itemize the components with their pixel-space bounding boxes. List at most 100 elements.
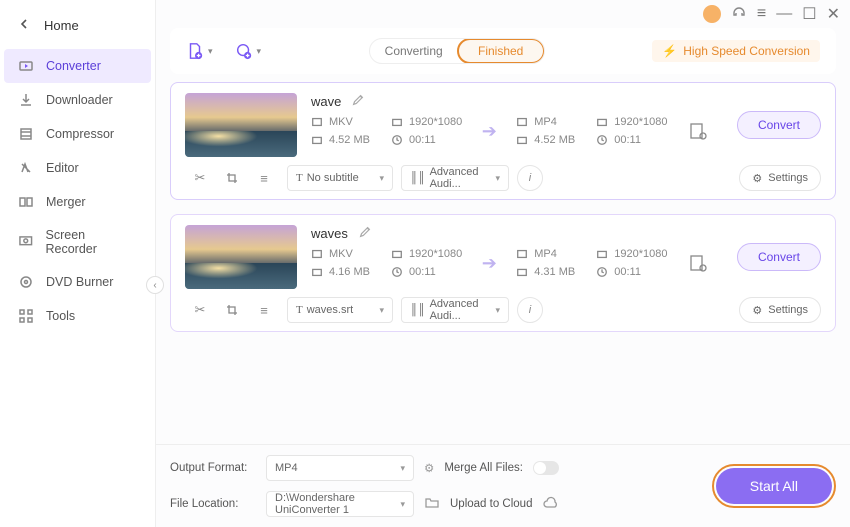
high-speed-label: High Speed Conversion: [683, 44, 810, 58]
file-location-value: D:\Wondershare UniConverter 1: [275, 492, 400, 516]
src-resolution: 1920*1080: [409, 248, 462, 260]
dst-format: MP4: [534, 248, 557, 260]
screen-recorder-icon: [18, 234, 34, 250]
dvd-burner-icon: [18, 274, 34, 290]
file-title: wave: [311, 94, 341, 109]
subtitle-value: waves.srt: [307, 304, 353, 316]
home-label: Home: [44, 18, 79, 33]
sidebar-item-label: Converter: [46, 59, 101, 73]
gear-icon: ⚙: [752, 172, 762, 185]
high-speed-badge[interactable]: ⚡ High Speed Conversion: [652, 40, 820, 62]
add-disc-icon[interactable]: [235, 42, 262, 60]
sidebar: Home Converter Downloader Compressor Edi…: [0, 0, 156, 527]
subtitle-select[interactable]: Twaves.srt ▾: [287, 297, 393, 323]
file-location-select[interactable]: D:\Wondershare UniConverter 1▾: [266, 491, 414, 517]
trim-icon[interactable]: ✂: [185, 166, 215, 190]
subtitle-value: No subtitle: [307, 172, 359, 184]
output-settings-icon[interactable]: [687, 120, 709, 142]
output-format-select[interactable]: MP4▾: [266, 455, 414, 481]
src-duration: 00:11: [409, 134, 436, 146]
tab-finished[interactable]: Finished: [457, 38, 545, 64]
output-settings-icon[interactable]: [687, 252, 709, 274]
edit-title-icon[interactable]: [358, 225, 372, 242]
sidebar-item-dvd-burner[interactable]: DVD Burner: [0, 265, 155, 299]
subtitle-select[interactable]: TNo subtitle ▾: [287, 165, 393, 191]
audio-select[interactable]: ║║ Advanced Audi... ▾: [401, 297, 509, 323]
sidebar-item-label: Downloader: [46, 93, 113, 107]
open-folder-icon[interactable]: [424, 495, 440, 514]
downloader-icon: [18, 92, 34, 108]
sidebar-item-downloader[interactable]: Downloader: [0, 83, 155, 117]
sidebar-item-label: Editor: [46, 161, 79, 175]
more-icon[interactable]: ≡: [249, 166, 279, 190]
compressor-icon: [18, 126, 34, 142]
tab-converting[interactable]: Converting: [370, 39, 458, 63]
footer: Output Format: MP4▾ ⚙ Merge All Files: F…: [156, 444, 850, 527]
trim-icon[interactable]: ✂: [185, 298, 215, 322]
info-icon[interactable]: i: [517, 297, 543, 323]
menu-icon[interactable]: ≡: [757, 5, 766, 23]
cloud-icon[interactable]: [542, 496, 560, 513]
src-format: MKV: [329, 248, 353, 260]
sidebar-item-compressor[interactable]: Compressor: [0, 117, 155, 151]
thumbnail[interactable]: [185, 93, 297, 157]
edit-title-icon[interactable]: [351, 93, 365, 110]
sidebar-item-tools[interactable]: Tools: [0, 299, 155, 333]
output-format-value: MP4: [275, 462, 298, 474]
content-area: wave MKV 4.52 MB 1920*1080 00:11: [156, 82, 850, 444]
sidebar-item-label: Compressor: [46, 127, 114, 141]
sidebar-home[interactable]: Home: [0, 10, 155, 49]
settings-label: Settings: [768, 304, 808, 316]
maximize-icon[interactable]: ☐: [802, 4, 816, 24]
converter-icon: [18, 58, 34, 74]
merge-label: Merge All Files:: [444, 462, 523, 474]
arrow-icon: ➔: [474, 116, 504, 146]
sidebar-item-converter[interactable]: Converter: [4, 49, 151, 83]
minimize-icon[interactable]: —: [776, 5, 792, 23]
close-icon[interactable]: ✕: [827, 4, 840, 24]
thumbnail[interactable]: [185, 225, 297, 289]
collapse-sidebar-handle[interactable]: ‹: [146, 276, 164, 294]
dst-size: 4.31 MB: [534, 266, 575, 278]
more-icon[interactable]: ≡: [249, 298, 279, 322]
settings-button[interactable]: ⚙ Settings: [739, 165, 821, 191]
convert-button[interactable]: Convert: [737, 111, 821, 139]
tools-icon: [18, 308, 34, 324]
dst-size: 4.52 MB: [534, 134, 575, 146]
back-icon[interactable]: [18, 18, 30, 33]
start-all-button[interactable]: Start All: [716, 468, 832, 504]
crop-icon[interactable]: [217, 298, 247, 322]
info-icon[interactable]: i: [517, 165, 543, 191]
sidebar-item-label: DVD Burner: [46, 275, 113, 289]
src-format: MKV: [329, 116, 353, 128]
add-file-icon[interactable]: [186, 42, 213, 60]
audio-value: Advanced Audi...: [430, 166, 496, 190]
sidebar-item-editor[interactable]: Editor: [0, 151, 155, 185]
file-title: waves: [311, 226, 348, 241]
dst-duration: 00:11: [614, 134, 641, 146]
sidebar-item-merger[interactable]: Merger: [0, 185, 155, 219]
avatar-icon[interactable]: [703, 5, 721, 23]
file-location-label: File Location:: [170, 498, 256, 510]
convert-button[interactable]: Convert: [737, 243, 821, 271]
headset-icon[interactable]: [731, 4, 747, 25]
status-tabs: Converting Finished: [369, 38, 545, 64]
sidebar-item-label: Merger: [46, 195, 86, 209]
file-card: wave MKV 4.52 MB 1920*1080 00:11: [170, 82, 836, 200]
sidebar-item-screen-recorder[interactable]: Screen Recorder: [0, 219, 155, 265]
settings-button[interactable]: ⚙ Settings: [739, 297, 821, 323]
start-all-highlight: Start All: [712, 464, 836, 508]
equalizer-icon: ║║: [410, 304, 426, 316]
upload-cloud-label: Upload to Cloud: [450, 498, 532, 510]
crop-icon[interactable]: [217, 166, 247, 190]
titlebar: ≡ — ☐ ✕: [156, 0, 850, 28]
merge-toggle[interactable]: [533, 461, 559, 475]
output-settings-gear-icon[interactable]: ⚙: [424, 461, 434, 475]
sidebar-item-label: Tools: [46, 309, 75, 323]
src-size: 4.52 MB: [329, 134, 370, 146]
audio-select[interactable]: ║║ Advanced Audi... ▾: [401, 165, 509, 191]
output-format-label: Output Format:: [170, 462, 256, 474]
dst-duration: 00:11: [614, 266, 641, 278]
file-card: waves MKV 4.16 MB 1920*1080 00:11: [170, 214, 836, 332]
dst-format: MP4: [534, 116, 557, 128]
